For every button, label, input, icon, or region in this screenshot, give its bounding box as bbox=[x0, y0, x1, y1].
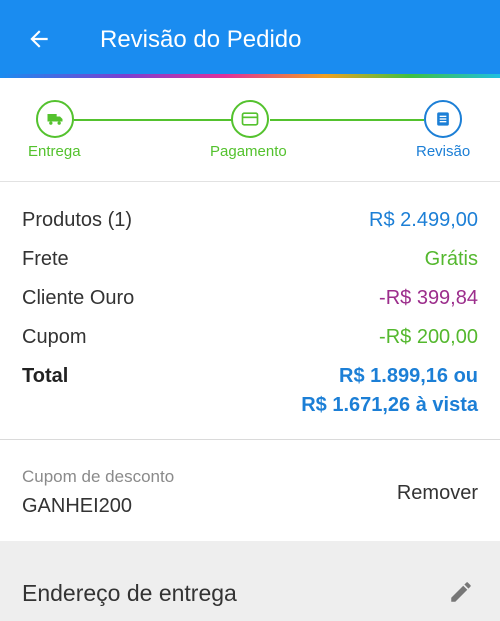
coupon-discount-value: -R$ 200,00 bbox=[379, 326, 478, 348]
pencil-icon bbox=[451, 582, 471, 602]
step-label-payment: Pagamento bbox=[210, 143, 287, 160]
edit-address-button[interactable] bbox=[444, 575, 478, 609]
step-label-delivery: Entrega bbox=[28, 143, 81, 160]
order-summary: Produtos (1) R$ 2.499,00 Frete Grátis Cl… bbox=[0, 182, 500, 440]
summary-row-coupon: Cupom -R$ 200,00 bbox=[22, 324, 478, 350]
summary-row-products: Produtos (1) R$ 2.499,00 bbox=[22, 207, 478, 233]
coupon-code: GANHEI200 bbox=[22, 495, 133, 517]
coupon-label: Cupom de desconto bbox=[22, 467, 175, 486]
arrow-left-icon bbox=[30, 30, 48, 48]
step-payment[interactable] bbox=[231, 100, 269, 138]
step-review[interactable] bbox=[424, 100, 462, 138]
address-title: Endereço de entrega bbox=[22, 580, 237, 606]
page-title: Revisão do Pedido bbox=[100, 26, 302, 53]
remove-coupon-button[interactable]: Remover bbox=[397, 480, 478, 506]
products-value: R$ 2.499,00 bbox=[369, 209, 478, 231]
app-bar: Revisão do Pedido bbox=[0, 0, 500, 74]
delivery-address-section: Endereço de entrega bbox=[0, 541, 500, 621]
summary-row-total: Total R$ 1.899,16 ou bbox=[22, 363, 478, 389]
step-label-review: Revisão bbox=[416, 143, 471, 160]
truck-icon bbox=[47, 114, 63, 125]
products-label: Produtos (1) bbox=[22, 209, 133, 231]
step-connector bbox=[270, 119, 424, 121]
back-button[interactable] bbox=[22, 22, 56, 56]
step-connector bbox=[74, 119, 232, 121]
checkout-stepper: Entrega Pagamento Revisão bbox=[0, 78, 500, 182]
summary-row-gold-customer: Cliente Ouro -R$ 399,84 bbox=[22, 285, 478, 311]
gold-customer-label: Cliente Ouro bbox=[22, 287, 135, 309]
total-cash-value: R$ 1.671,26 à vista bbox=[301, 394, 478, 416]
list-icon bbox=[437, 112, 449, 126]
shipping-label: Frete bbox=[22, 248, 69, 270]
step-delivery[interactable] bbox=[36, 100, 74, 138]
coupon-section: Cupom de desconto GANHEI200 Remover bbox=[0, 441, 500, 541]
total-value: R$ 1.899,16 ou bbox=[339, 365, 478, 387]
coupon-discount-label: Cupom bbox=[22, 326, 87, 348]
shipping-value: Grátis bbox=[424, 248, 478, 270]
summary-row-shipping: Frete Grátis bbox=[22, 246, 478, 272]
gold-customer-value: -R$ 399,84 bbox=[379, 287, 478, 309]
credit-card-icon bbox=[241, 112, 259, 126]
total-label: Total bbox=[22, 365, 69, 387]
